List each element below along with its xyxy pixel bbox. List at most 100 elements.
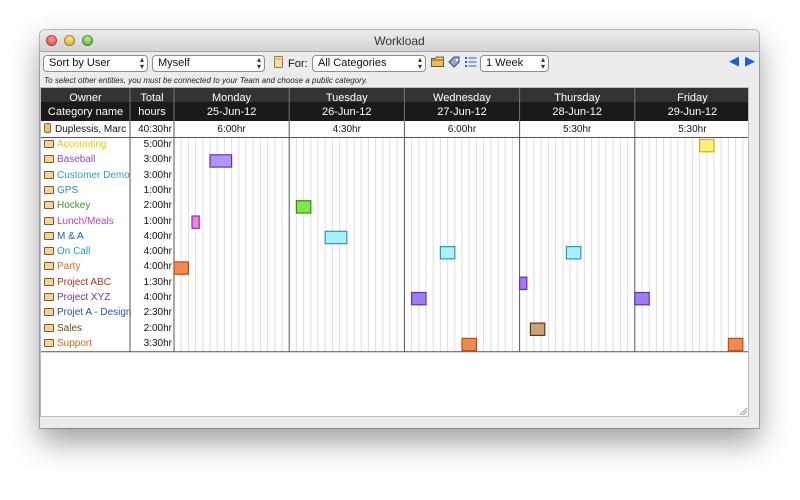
category-total-hours: 2:00hr	[143, 322, 172, 334]
range-select-value: 1 Week	[486, 57, 524, 69]
category-select[interactable]: All Categories ▴ ▾	[312, 55, 426, 72]
tag-icon[interactable]	[448, 56, 461, 69]
activity-block-party[interactable]	[173, 261, 189, 275]
folder-icon	[44, 308, 54, 317]
category-name: Sales	[57, 322, 83, 334]
day-header[interactable]: Tuesday 26-Jun-12	[289, 88, 404, 121]
category-total-hours: 4:00hr	[143, 261, 172, 273]
document-icon[interactable]	[272, 56, 285, 69]
category-row[interactable]: Customer Demo	[44, 168, 130, 183]
category-name: Party	[57, 261, 81, 273]
folder-icon	[44, 140, 54, 148]
sort-select[interactable]: Sort by User ▴ ▾	[43, 55, 148, 72]
category-total-hours: 1:30hr	[143, 276, 172, 288]
category-name: Hockey	[57, 200, 91, 212]
user-select-value: Myself	[158, 57, 190, 69]
day-date: 25-Jun-12	[206, 106, 257, 118]
category-row[interactable]: Sales	[44, 321, 82, 336]
stepper-arrows-icon: ▴ ▾	[256, 55, 261, 71]
category-header-label: Category name	[47, 106, 124, 118]
activity-block-baseball[interactable]	[209, 154, 233, 168]
owner-day-hours: 5:30hr	[678, 124, 707, 135]
day-name: Friday	[677, 92, 708, 104]
category-row[interactable]: Party	[44, 259, 80, 274]
category-row[interactable]: Project ABC	[44, 275, 111, 290]
activity-block-project-xyz[interactable]	[634, 291, 650, 306]
day-name: Tuesday	[325, 92, 368, 104]
category-total-hours: 1:00hr	[143, 184, 172, 196]
category-row[interactable]: Lunch/Meals	[44, 214, 114, 229]
day-name: Wednesday	[433, 92, 491, 104]
activity-block-sales[interactable]	[529, 322, 546, 337]
category-row[interactable]: Baseball	[44, 152, 95, 167]
folder-icon	[44, 277, 54, 286]
category-total-hours: 3:00hr	[143, 169, 172, 181]
category-row[interactable]: Hockey	[44, 198, 90, 213]
activity-block-support[interactable]	[727, 337, 744, 352]
category-name: Accounting	[57, 139, 107, 150]
user-select[interactable]: Myself ▴ ▾	[152, 55, 265, 72]
total-header-line1: Total	[140, 92, 164, 104]
category-name: Projet A - Design	[57, 307, 132, 319]
category-row[interactable]: GPS	[44, 183, 78, 198]
owner-day-hours: 4:30hr	[332, 124, 361, 135]
activity-block-project-xyz[interactable]	[411, 291, 427, 306]
window-title: Workload	[374, 34, 425, 48]
category-row[interactable]: M & A	[44, 229, 84, 244]
folder-icon	[44, 170, 54, 179]
day-header[interactable]: Friday 29-Jun-12	[635, 88, 748, 121]
day-header[interactable]: Wednesday 27-Jun-12	[404, 88, 519, 121]
category-name: Support	[57, 337, 93, 349]
day-date: 27-Jun-12	[437, 106, 487, 118]
activity-block-m-a[interactable]	[324, 230, 348, 245]
folder-icon	[44, 201, 54, 210]
owner-header: Owner Category name	[41, 88, 130, 121]
category-name: M & A	[57, 230, 84, 242]
category-total-hours: 3:00hr	[143, 154, 172, 166]
range-select[interactable]: 1 Week ▴ ▾	[480, 55, 549, 72]
folder-icon	[44, 247, 54, 256]
folder-icon[interactable]	[431, 56, 444, 69]
arrow-right-icon[interactable]: ▶	[745, 54, 755, 68]
day-name: Thursday	[554, 92, 601, 104]
list-icon[interactable]	[464, 56, 477, 69]
category-total-hours: 1:00hr	[143, 215, 172, 227]
folder-icon	[44, 231, 54, 240]
arrow-left-icon[interactable]: ◀	[729, 54, 739, 68]
category-row[interactable]: Projet A - Design	[44, 305, 131, 320]
connection-hint: To select other entities, you must be co…	[44, 76, 368, 85]
activity-block-hockey[interactable]	[295, 200, 312, 214]
activity-block-support[interactable]	[461, 337, 477, 352]
folder-icon	[44, 155, 54, 164]
folder-icon	[44, 323, 54, 332]
category-select-value: All Categories	[318, 57, 387, 69]
folder-icon	[44, 262, 54, 271]
category-name: Project ABC	[57, 276, 111, 288]
activity-block-accounting[interactable]	[698, 138, 715, 153]
day-header[interactable]: Monday 25-Jun-12	[174, 88, 289, 121]
activity-block-on-call[interactable]	[565, 246, 582, 260]
day-header[interactable]: Thursday 28-Jun-12	[520, 88, 635, 121]
stepper-arrows-icon: ▴ ▾	[139, 55, 144, 71]
title-bar[interactable]: Workload	[40, 30, 759, 52]
category-total-hours: 5:00hr	[143, 139, 172, 150]
category-name: On Call	[57, 246, 91, 258]
owner-header-label: Owner	[69, 92, 102, 104]
workload-window: Workload Sort by User ▴ ▾ Myself ▴ ▾ For: …	[40, 30, 759, 428]
folder-icon	[44, 185, 54, 194]
category-total-hours: 3:30hr	[143, 337, 172, 349]
resize-grip[interactable]	[738, 406, 748, 416]
category-total-hours: 4:00hr	[143, 230, 172, 242]
folder-icon	[44, 216, 54, 225]
category-name: Lunch/Meals	[57, 215, 114, 227]
activity-block-project-abc[interactable]	[519, 276, 528, 291]
category-row[interactable]: Accounting	[44, 137, 106, 152]
total-header-line2: hours	[138, 106, 166, 118]
activity-block-lunch-meals[interactable]	[191, 215, 200, 229]
owner-row[interactable]: Duplessis, Marc	[44, 122, 126, 137]
category-row[interactable]: Support	[44, 336, 92, 351]
category-row[interactable]: On Call	[44, 244, 90, 259]
category-row[interactable]: Project XYZ	[44, 290, 110, 305]
activity-block-on-call[interactable]	[439, 246, 456, 260]
category-total-hours: 2:00hr	[143, 200, 172, 212]
